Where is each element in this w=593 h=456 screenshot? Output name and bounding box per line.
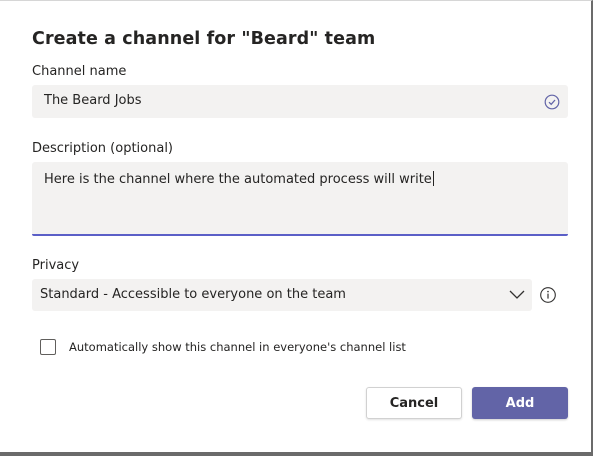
dialog-title: Create a channel for "Beard" team: [32, 29, 376, 49]
description-label: Description (optional): [32, 141, 174, 156]
cancel-button[interactable]: Cancel: [366, 387, 462, 419]
text-cursor: [432, 171, 434, 186]
privacy-selected-value: Standard - Accessible to everyone on the…: [40, 287, 346, 302]
privacy-select[interactable]: Standard - Accessible to everyone on the…: [32, 279, 532, 311]
auto-show-checkbox[interactable]: [40, 339, 56, 355]
privacy-label: Privacy: [32, 258, 80, 273]
check-circle-icon: [544, 94, 560, 110]
description-text: Here is the channel where the automated …: [44, 171, 434, 187]
channel-name-value: The Beard Jobs: [44, 93, 142, 108]
chevron-down-icon: [509, 290, 525, 299]
channel-name-input[interactable]: The Beard Jobs: [32, 85, 568, 118]
channel-name-label: Channel name: [32, 64, 127, 79]
add-button[interactable]: Add: [472, 387, 568, 419]
info-icon[interactable]: [539, 286, 557, 304]
description-textarea[interactable]: Here is the channel where the automated …: [32, 162, 568, 236]
auto-show-label[interactable]: Automatically show this channel in every…: [69, 340, 406, 354]
